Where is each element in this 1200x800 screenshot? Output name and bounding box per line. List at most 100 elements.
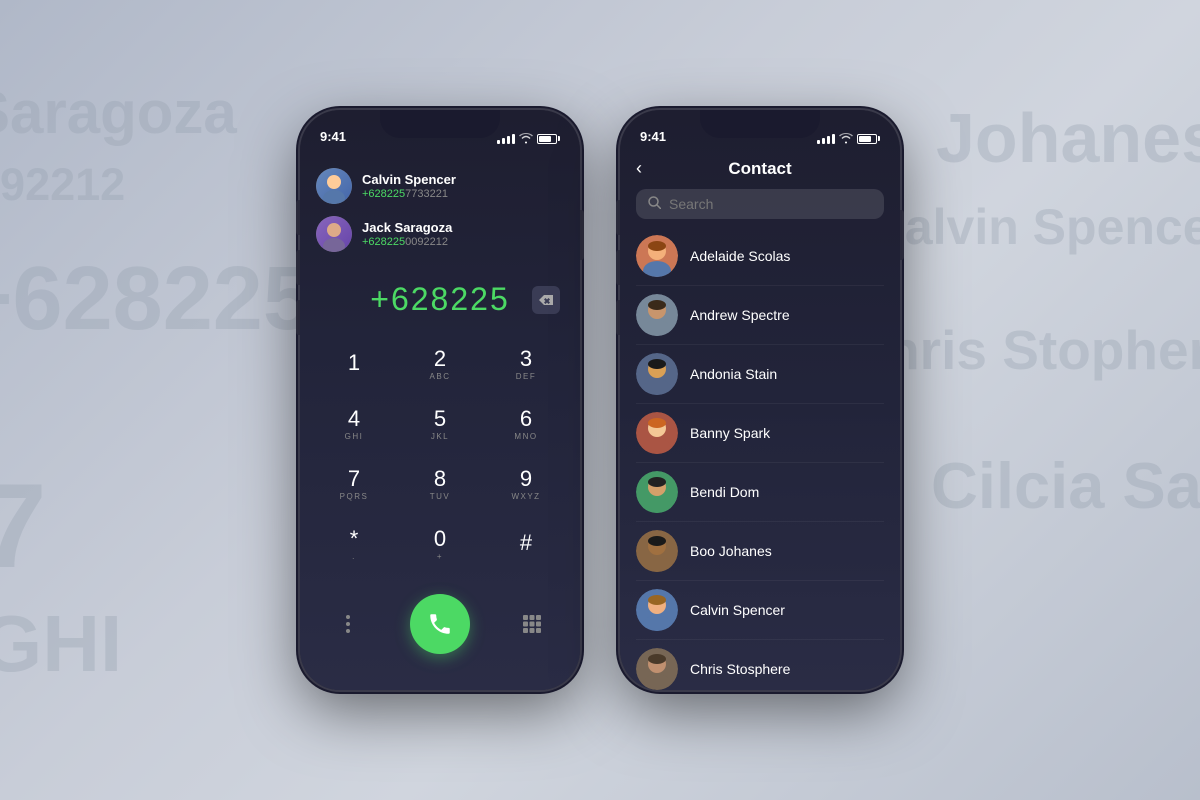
back-button[interactable]: ‹ <box>636 158 666 179</box>
contact-avatar-5 <box>636 530 678 572</box>
key-star-num: * <box>350 528 359 550</box>
search-bar[interactable]: Search <box>636 189 884 219</box>
key-star[interactable]: * . <box>320 516 388 572</box>
contact-item[interactable]: Calvin Spencer <box>636 581 884 640</box>
number-green-2: +628225 <box>362 236 405 248</box>
caller-number-1: +6282257733221 <box>362 188 564 200</box>
key-8-num: 8 <box>434 468 446 490</box>
dot-3 <box>346 629 350 633</box>
key-8[interactable]: 8 TUV <box>406 456 474 512</box>
key-6-alpha: MNO <box>514 432 537 441</box>
dialer-time: 9:41 <box>320 129 346 144</box>
number-dark-2: 0092212 <box>405 236 448 248</box>
contact-avatar-2 <box>636 353 678 395</box>
key-1-num: 1 <box>348 352 360 374</box>
bg-watermark-3: +628225 <box>0 250 313 349</box>
signal-bar-1 <box>497 140 500 144</box>
contact-item[interactable]: Banny Spark <box>636 404 884 463</box>
contact-item[interactable]: Bendi Dom <box>636 463 884 522</box>
avatar-calvin <box>316 168 352 204</box>
contact-avatar-0 <box>636 235 678 277</box>
key-5-num: 5 <box>434 408 446 430</box>
dot-1 <box>346 615 350 619</box>
key-7-alpha: PQRS <box>340 492 369 501</box>
keypad-row-1: 1 2 ABC 3 DEF <box>320 336 560 392</box>
contact-name-1: Andrew Spectre <box>690 307 790 323</box>
key-1[interactable]: 1 <box>320 336 388 392</box>
caller-name-1: Calvin Spencer <box>362 172 564 187</box>
contact-name-2: Andonia Stain <box>690 366 777 382</box>
contact-avatar-1 <box>636 294 678 336</box>
key-3[interactable]: 3 DEF <box>492 336 560 392</box>
notch-dialer <box>380 110 500 138</box>
call-info-calvin: Calvin Spencer +6282257733221 <box>362 172 564 200</box>
grid-icon <box>523 615 541 633</box>
number-green-1: +628225 <box>362 188 405 200</box>
key-3-num: 3 <box>520 348 532 370</box>
key-7[interactable]: 7 PQRS <box>320 456 388 512</box>
contact-name-5: Boo Johanes <box>690 543 772 559</box>
caller-name-2: Jack Saragoza <box>362 220 564 235</box>
contact-name-3: Banny Spark <box>690 425 770 441</box>
key-5-alpha: JKL <box>431 432 449 441</box>
dialer-screen: 9:41 <box>300 110 580 690</box>
more-options-button[interactable] <box>330 606 366 642</box>
key-4[interactable]: 4 GHI <box>320 396 388 452</box>
key-hash[interactable]: # <box>492 516 560 572</box>
contact-name-4: Bendi Dom <box>690 484 759 500</box>
call-button[interactable] <box>410 594 470 654</box>
key-0-alpha: + <box>437 552 443 561</box>
signal-icon <box>497 134 515 144</box>
contact-item[interactable]: Boo Johanes <box>636 522 884 581</box>
key-0-num: 0 <box>434 528 446 550</box>
recent-call-1[interactable]: Calvin Spencer +6282257733221 <box>316 162 564 210</box>
key-6[interactable]: 6 MNO <box>492 396 560 452</box>
key-2-alpha: ABC <box>430 372 451 381</box>
keypad: 1 2 ABC 3 DEF 4 GHI <box>300 328 580 584</box>
key-9[interactable]: 9 WXYZ <box>492 456 560 512</box>
contact-item[interactable]: Andrew Spectre <box>636 286 884 345</box>
contacts-phone: 9:41 <box>620 110 900 690</box>
contact-avatar-7 <box>636 648 678 690</box>
dot-2 <box>346 622 350 626</box>
recent-call-2[interactable]: Jack Saragoza +6282250092212 <box>316 210 564 258</box>
key-9-num: 9 <box>520 468 532 490</box>
key-4-num: 4 <box>348 408 360 430</box>
bg-watermark-6: GHI <box>0 600 122 688</box>
number-dark-1: 7733221 <box>405 188 448 200</box>
avatar-jack <box>316 216 352 252</box>
bg-watermark-r1: Johanes <box>936 100 1200 177</box>
key-3-alpha: DEF <box>516 372 537 381</box>
contact-avatar-4 <box>636 471 678 513</box>
key-5[interactable]: 5 JKL <box>406 396 474 452</box>
bg-watermark-5: 7 <box>0 460 47 592</box>
key-4-alpha: GHI <box>345 432 364 441</box>
contact-item[interactable]: Andonia Stain <box>636 345 884 404</box>
clear-button[interactable] <box>532 286 560 314</box>
key-0[interactable]: 0 + <box>406 516 474 572</box>
call-info-jack: Jack Saragoza +6282250092212 <box>362 220 564 248</box>
keypad-row-4: * . 0 + # <box>320 516 560 572</box>
key-7-num: 7 <box>348 468 360 490</box>
keypad-toggle-button[interactable] <box>514 606 550 642</box>
keypad-row-2: 4 GHI 5 JKL 6 MNO <box>320 396 560 452</box>
contact-avatar-6 <box>636 589 678 631</box>
bg-watermark-r4: Cilcia Sal <box>931 450 1200 522</box>
key-8-alpha: TUV <box>430 492 451 501</box>
contacts-time: 9:41 <box>640 129 666 144</box>
contacts-list: Adelaide Scolas Andrew Spectre <box>620 227 900 690</box>
phones-container: 9:41 <box>300 110 900 690</box>
dialer-phone: 9:41 <box>300 110 580 690</box>
contacts-header: ‹ Contact <box>620 150 900 189</box>
key-6-num: 6 <box>520 408 532 430</box>
bg-watermark-2: 0092212 <box>0 160 125 210</box>
contact-item[interactable]: Chris Stosphere <box>636 640 884 690</box>
notch-contacts <box>700 110 820 138</box>
key-2[interactable]: 2 ABC <box>406 336 474 392</box>
dialer-display: +628225 <box>300 266 580 328</box>
keypad-row-3: 7 PQRS 8 TUV 9 WXYZ <box>320 456 560 512</box>
caller-number-2: +6282250092212 <box>362 236 564 248</box>
dialer-status-icons <box>497 133 560 144</box>
contact-item[interactable]: Adelaide Scolas <box>636 227 884 286</box>
bg-watermark-1: Saragoza <box>0 80 237 146</box>
